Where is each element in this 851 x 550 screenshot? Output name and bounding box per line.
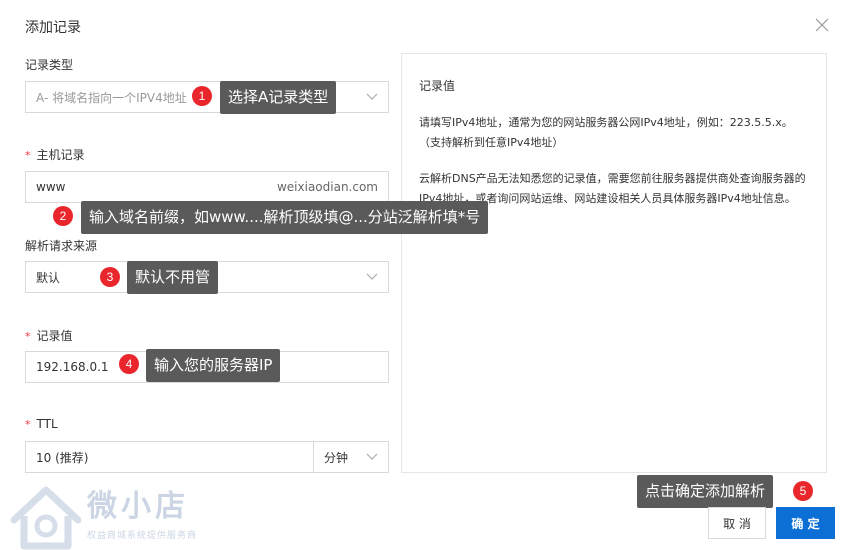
info-panel: 记录值 请填写IPv4地址，通常为您的网站服务器公网IPv4地址，例如：223.… <box>401 53 827 473</box>
host-record-value: www <box>36 180 66 194</box>
annotation-tip-2: 输入域名前缀，如www....解析顶级填@...分站泛解析填*号 <box>81 201 489 234</box>
annotation-badge-1: 1 <box>192 86 212 106</box>
ok-button[interactable]: 确 定 <box>776 507 835 539</box>
ttl-unit-value: 分钟 <box>324 450 349 465</box>
record-value-label: * 记录值 <box>25 329 73 343</box>
ttl-input[interactable]: 10 (推荐) <box>25 441 314 473</box>
watermark-tagline: 权益商城系统提供服务商 <box>87 531 198 541</box>
annotation-tip-1: 选择A记录类型 <box>220 81 337 114</box>
ttl-unit-select[interactable]: 分钟 <box>313 441 389 473</box>
annotation-badge-3: 3 <box>100 267 120 287</box>
ttl-value: 10 (推荐) <box>36 450 89 465</box>
chevron-down-icon <box>366 272 378 282</box>
domain-suffix: weixiaodian.com <box>276 180 378 194</box>
line-value: 默认 <box>36 270 61 285</box>
info-title: 记录值 <box>419 79 456 93</box>
close-button[interactable] <box>815 18 829 32</box>
record-type-label: 记录类型 <box>25 58 74 72</box>
close-icon <box>815 18 829 32</box>
required-mark: * <box>25 418 31 431</box>
annotation-badge-5: 5 <box>793 481 813 501</box>
watermark-name: 微小店 <box>87 489 189 524</box>
host-record-input[interactable]: www weixiaodian.com <box>25 171 389 203</box>
cancel-button[interactable]: 取 消 <box>708 507 766 539</box>
chevron-down-icon <box>366 452 378 462</box>
annotation-badge-2: 2 <box>53 206 73 226</box>
annotation-tip-5: 点击确定添加解析 <box>637 475 774 508</box>
annotation-badge-4: 4 <box>119 354 139 374</box>
annotation-tip-4: 输入您的服务器IP <box>146 349 281 382</box>
chevron-down-icon <box>366 92 378 102</box>
annotation-tip-3: 默认不用管 <box>127 261 219 294</box>
record-type-value: A- 将域名指向一个IPV4地址 <box>36 90 187 105</box>
line-label: 解析请求来源 <box>25 239 98 253</box>
record-value-text: 192.168.0.1 <box>36 360 109 374</box>
dialog-title: 添加记录 <box>25 20 81 36</box>
ttl-label: * TTL <box>25 417 58 431</box>
host-record-label: * 主机记录 <box>25 148 85 162</box>
required-mark: * <box>25 149 31 162</box>
info-paragraph-1: 请填写IPv4地址，通常为您的网站服务器公网IPv4地址，例如：223.5.5.… <box>419 116 793 149</box>
required-mark: * <box>25 330 31 343</box>
